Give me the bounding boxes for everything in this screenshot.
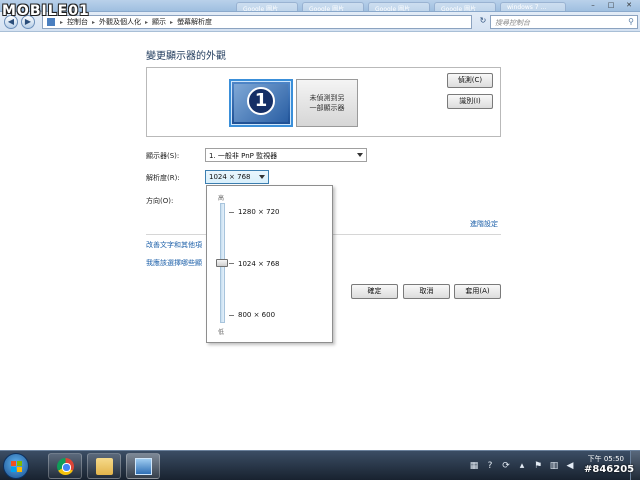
identify-button[interactable]: 識別(I) <box>447 94 493 109</box>
watermark-code: #846205 <box>584 464 635 475</box>
flag-icon[interactable]: ⚑ <box>533 461 543 471</box>
resolution-option-800x600[interactable]: 800 × 600 <box>238 311 275 319</box>
chevron-down-icon <box>259 175 265 179</box>
logo-text: MOBILE01 <box>2 3 90 19</box>
title-bar: Google 圖片 Google 圖片 Google 圖片 Google 圖片 … <box>0 0 640 12</box>
browser-tab-3[interactable]: Google 圖片 <box>368 2 430 11</box>
high-label: 高 <box>218 195 225 202</box>
taskbar-chrome[interactable] <box>48 453 82 479</box>
resolution-select[interactable]: 1024 × 768 <box>205 170 269 184</box>
keyboard-icon[interactable]: ▦ <box>469 461 479 471</box>
search-placeholder: 搜尋控制台 <box>495 19 530 27</box>
mobile01-logo: MOBILE01 <box>2 0 90 22</box>
browser-tab-1[interactable]: Google 圖片 <box>236 2 298 11</box>
resolution-value: 1024 × 768 <box>209 173 251 181</box>
show-hidden-icons-icon[interactable]: ▴ <box>517 461 527 471</box>
chevron-right-icon: ▸ <box>92 18 96 26</box>
resolution-label: 解析度(R): <box>146 174 180 182</box>
slider-tick <box>229 263 234 264</box>
chevron-right-icon: ▸ <box>170 18 174 26</box>
system-tray: ▦ ? ⟳ ▴ ⚑ ▥ ◀ <box>466 451 578 480</box>
monitor-1-tile[interactable]: 1 <box>229 79 293 127</box>
slider-tick <box>229 315 234 316</box>
resolution-slider-thumb[interactable] <box>216 259 228 267</box>
taskbar-explorer[interactable] <box>87 453 121 479</box>
chevron-right-icon: ▸ <box>145 18 149 26</box>
monitor-2-label-line2: 一部顯示器 <box>309 104 345 112</box>
advanced-settings-link[interactable]: 進階設定 <box>470 219 498 229</box>
minimize-icon[interactable]: – <box>584 0 602 11</box>
refresh-icon[interactable]: ↻ <box>476 15 490 29</box>
display-label: 顯示器(S): <box>146 152 180 160</box>
low-label: 低 <box>218 329 225 336</box>
windows-logo-icon <box>11 461 23 473</box>
search-input[interactable]: 搜尋控制台 ⚲ <box>490 15 638 29</box>
clock-time[interactable]: 下午 05:50 <box>584 455 624 464</box>
help-icon[interactable]: ? <box>485 461 495 471</box>
slider-tick <box>229 212 234 213</box>
taskbar: ▦ ? ⟳ ▴ ⚑ ▥ ◀ 下午 05:50 <box>0 450 640 480</box>
page-title: 變更顯示器的外觀 <box>146 51 226 62</box>
cancel-button[interactable]: 取消 <box>403 284 450 299</box>
address-row: ◀ ▶ ▸ 控制台 ▸ 外觀及個人化 ▸ 顯示 ▸ 螢幕解析度 ↻ 搜尋控制台 … <box>0 12 640 32</box>
browser-tab-4[interactable]: Google 圖片 <box>434 2 496 11</box>
monitor-1-number: 1 <box>247 87 275 115</box>
detect-button[interactable]: 偵測(C) <box>447 73 493 88</box>
chrome-icon <box>57 458 74 475</box>
display-select[interactable]: 1. 一般非 PnP 監視器 <box>205 148 367 162</box>
taskbar-display-settings[interactable] <box>126 453 160 479</box>
folder-icon <box>96 458 113 475</box>
which-settings-link[interactable]: 我應該選擇哪些顯 <box>146 258 202 268</box>
search-icon[interactable]: ⚲ <box>628 17 634 26</box>
volume-icon[interactable]: ◀ <box>565 461 575 471</box>
resolution-dropdown: 高 1280 × 720 1024 × 768 800 × 600 低 <box>206 185 333 343</box>
resolution-option-1024x768[interactable]: 1024 × 768 <box>238 260 280 268</box>
sync-icon[interactable]: ⟳ <box>501 461 511 471</box>
monitor-2-label-line1: 未偵測到另 <box>309 94 345 102</box>
maximize-icon[interactable]: □ <box>602 0 620 11</box>
display-settings-icon <box>135 458 152 475</box>
breadcrumb-item-appearance[interactable]: 外觀及個人化 <box>99 17 141 27</box>
resolution-option-1280x720[interactable]: 1280 × 720 <box>238 208 280 216</box>
browser-tab-5[interactable]: windows 7 ... <box>500 2 566 11</box>
browser-tab-2[interactable]: Google 圖片 <box>302 2 364 11</box>
monitor-2-tile[interactable]: 未偵測到另 一部顯示器 <box>296 79 358 127</box>
close-icon[interactable]: ✕ <box>620 0 638 11</box>
breadcrumb-item-display[interactable]: 顯示 <box>152 17 166 27</box>
breadcrumb-item-screen-resolution[interactable]: 螢幕解析度 <box>177 17 212 27</box>
breadcrumb[interactable]: ▸ 控制台 ▸ 外觀及個人化 ▸ 顯示 ▸ 螢幕解析度 <box>42 15 472 29</box>
apply-button[interactable]: 套用(A) <box>454 284 501 299</box>
display-value: 1. 一般非 PnP 監視器 <box>209 152 278 160</box>
text-size-link[interactable]: 改善文字和其他項 <box>146 240 202 250</box>
orientation-label: 方向(O): <box>146 197 174 205</box>
start-button[interactable] <box>3 453 29 479</box>
ok-button[interactable]: 確定 <box>351 284 398 299</box>
chevron-down-icon <box>357 153 363 157</box>
network-icon[interactable]: ▥ <box>549 461 559 471</box>
